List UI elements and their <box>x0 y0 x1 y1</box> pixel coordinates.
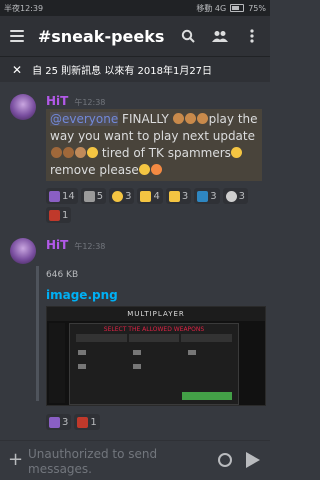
message-time: 午12:38 <box>74 98 106 107</box>
text-part-1: FINALLY <box>118 112 173 126</box>
status-right: 移動 4G 75% <box>196 3 266 14</box>
reactions-row: 14 5 3 4 3 3 3 1 <box>46 188 266 223</box>
clap-emoji-icon <box>197 113 209 124</box>
reaction-count: 3 <box>181 190 189 202</box>
thinking-emoji-icon <box>231 147 243 158</box>
reaction-count: 4 <box>153 190 160 202</box>
reaction[interactable]: 1 <box>46 207 72 223</box>
composer-placeholder: Unauthorized to send messages. <box>28 447 158 476</box>
text-part-3: tired of TK spammers <box>98 146 231 160</box>
new-messages-banner[interactable]: ✕ 自 25 則新訊息 以來有 2018年1月27日 <box>0 56 270 82</box>
avatar[interactable] <box>10 94 36 120</box>
reaction-count: 3 <box>62 416 69 428</box>
fist-emote-icon <box>140 190 152 202</box>
banner-text: 自 25 則新訊息 以來有 2018年1月27日 <box>32 66 213 77</box>
image-ok-button <box>182 392 232 400</box>
red-emote-icon <box>49 209 60 221</box>
plus-icon[interactable]: + <box>8 449 23 470</box>
network-label: 移動 4G <box>196 3 227 13</box>
reaction-count: 3 <box>210 190 217 202</box>
close-icon[interactable]: ✕ <box>12 63 22 77</box>
message-author[interactable]: HiT 午12:38 <box>46 94 105 108</box>
reaction[interactable]: 4 <box>137 188 163 204</box>
thumbs-up-emoji-icon <box>50 147 62 158</box>
thumbs-up-emoji-icon <box>62 147 74 158</box>
reaction-count: 5 <box>96 190 104 202</box>
more-options-icon[interactable] <box>244 28 260 44</box>
kiss-emoji-icon <box>151 164 163 175</box>
emoji-picker-icon[interactable] <box>218 453 232 467</box>
reaction-count: 1 <box>90 416 97 428</box>
image-subtitle: SELECT THE ALLOWED WEAPONS <box>103 326 205 333</box>
clap-emoji-icon <box>173 113 185 124</box>
image-title: MULTIPLAYER <box>47 307 265 321</box>
reaction[interactable]: 3 <box>109 188 135 204</box>
status-bar: 半夜12:39 移動 4G 75% <box>0 0 270 16</box>
file-size: 646 KB <box>46 270 79 280</box>
message-time: 午12:38 <box>74 242 106 251</box>
image-sidebar <box>49 323 65 403</box>
attachment-accent <box>36 266 39 401</box>
reaction[interactable]: 14 <box>46 188 78 204</box>
skull-emote-icon <box>225 190 237 202</box>
file-name-link[interactable]: image.png <box>46 288 118 302</box>
author-name[interactable]: HiT <box>46 94 68 108</box>
attached-image[interactable]: MULTIPLAYER SELECT THE ALLOWED WEAPONS <box>46 306 266 406</box>
send-icon[interactable] <box>246 452 260 468</box>
purple-emote-icon <box>49 190 60 202</box>
reaction[interactable]: 5 <box>80 188 107 204</box>
reaction[interactable]: 3 <box>46 414 72 430</box>
search-icon[interactable] <box>180 28 196 44</box>
message-1: HiT 午12:38 @everyone FINALLY play the way… <box>0 92 270 232</box>
reaction-count: 1 <box>62 209 69 221</box>
wink-emoji-icon <box>139 164 151 175</box>
menu-icon[interactable] <box>10 30 24 42</box>
purple-emote-icon <box>49 416 60 428</box>
author-name[interactable]: HiT <box>46 238 68 252</box>
image-weapons-panel: SELECT THE ALLOWED WEAPONS <box>69 323 239 405</box>
channel-title: #sneak-peeks <box>37 26 165 46</box>
ok-hand-emote-icon <box>168 190 180 202</box>
battery-level: 75% <box>248 3 266 13</box>
image-tabs <box>76 334 233 342</box>
status-time: 半夜12:39 <box>4 3 44 13</box>
reaction[interactable]: 3 <box>194 188 220 204</box>
reaction-count: 14 <box>62 190 75 202</box>
muscle-emoji-icon <box>74 147 86 158</box>
reaction-count: 3 <box>238 190 245 202</box>
reaction[interactable]: 3 <box>165 188 192 204</box>
members-icon[interactable] <box>212 28 229 44</box>
mention-everyone[interactable]: @everyone <box>50 112 119 126</box>
clap-emoji-icon <box>185 113 197 124</box>
cool-emoji-icon <box>86 147 98 158</box>
avatar[interactable] <box>10 238 36 264</box>
cool-emote-icon <box>112 190 124 202</box>
battery-icon <box>230 4 245 12</box>
message-composer: + Unauthorized to send messages. <box>0 440 270 480</box>
reaction[interactable]: 3 <box>222 188 248 204</box>
message-author[interactable]: HiT 午12:38 <box>46 238 105 252</box>
reaction[interactable]: 1 <box>74 414 100 430</box>
text-part-4: remove please <box>50 163 139 177</box>
alien-emote-icon <box>83 190 95 202</box>
top-bar: #sneak-peeks <box>0 16 270 56</box>
y-emote-icon <box>197 190 209 202</box>
red-emote-icon <box>77 416 89 428</box>
message-2: HiT 午12:38 646 KB image.png MULTIPLAYER S… <box>0 236 270 436</box>
message-text: @everyone FINALLY play the way you want … <box>46 109 262 181</box>
image-options-grid <box>78 350 230 378</box>
reaction-count: 3 <box>125 190 132 202</box>
reactions-row: 3 1 <box>46 414 266 430</box>
